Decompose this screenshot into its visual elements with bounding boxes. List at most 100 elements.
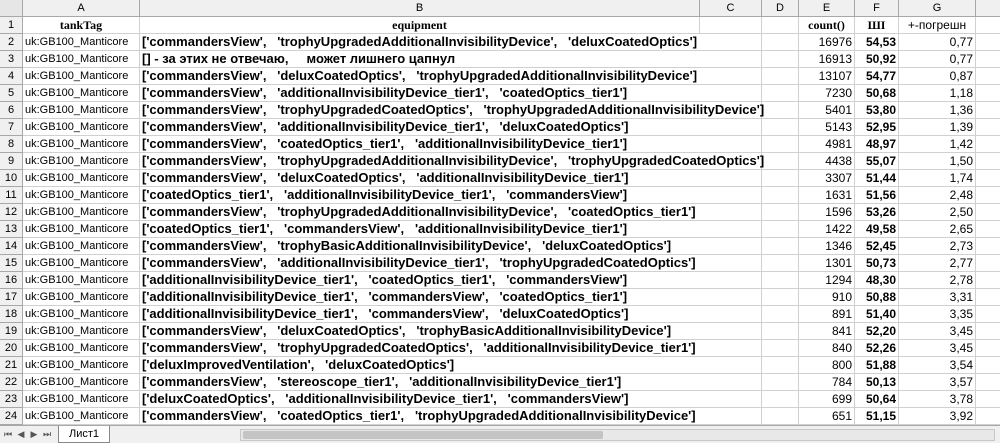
cell-equipment[interactable]: ['commandersView', 'trophyUpgradedAdditi… — [140, 204, 799, 221]
cell-h[interactable] — [976, 306, 1000, 323]
cell-wr[interactable]: 50,64 — [855, 391, 899, 408]
cell-wr[interactable]: 54,53 — [855, 34, 899, 51]
cell-tank-tag[interactable]: uk:GB100_Manticore — [23, 102, 140, 119]
cell-h[interactable] — [976, 170, 1000, 187]
cell-wr[interactable]: 51,44 — [855, 170, 899, 187]
row-number[interactable]: 7 — [0, 119, 23, 136]
cell-equipment[interactable]: ['commandersView', 'deluxCoatedOptics', … — [140, 170, 799, 187]
cell-tank-tag[interactable]: uk:GB100_Manticore — [23, 408, 140, 425]
row-number[interactable]: 24 — [0, 408, 23, 425]
row-number[interactable]: 14 — [0, 238, 23, 255]
cell-error[interactable]: 2,48 — [899, 187, 976, 204]
column-header-b[interactable]: B — [140, 0, 700, 17]
cell-equipment[interactable]: ['additionalInvisibilityDevice_tier1', '… — [140, 272, 799, 289]
column-header-f[interactable]: F — [855, 0, 899, 17]
cell-wr[interactable]: 48,97 — [855, 136, 899, 153]
cell-tank-tag[interactable]: uk:GB100_Manticore — [23, 85, 140, 102]
row-number[interactable]: 2 — [0, 34, 23, 51]
cell-equipment[interactable]: [] - за этих не отвечаю, может лишнего ц… — [140, 51, 799, 68]
cell-error[interactable]: 3,31 — [899, 289, 976, 306]
cell-count[interactable]: 910 — [799, 289, 855, 306]
prev-sheet-icon[interactable]: ◀ — [15, 428, 27, 441]
cell-h[interactable] — [976, 221, 1000, 238]
cell-a-header[interactable]: tankTag — [23, 17, 140, 34]
cell-count[interactable]: 1294 — [799, 272, 855, 289]
cell-h[interactable] — [976, 51, 1000, 68]
cell-error[interactable]: 3,45 — [899, 340, 976, 357]
cell-tank-tag[interactable]: uk:GB100_Manticore — [23, 68, 140, 85]
cell-count[interactable]: 800 — [799, 357, 855, 374]
select-all-corner[interactable] — [0, 0, 23, 17]
cell-equipment[interactable]: ['commandersView', 'additionalInvisibili… — [140, 85, 799, 102]
cell-count[interactable]: 651 — [799, 408, 855, 425]
cell-h[interactable] — [976, 153, 1000, 170]
cell-error[interactable]: 2,65 — [899, 221, 976, 238]
cell-equipment[interactable]: ['additionalInvisibilityDevice_tier1', '… — [140, 289, 799, 306]
cell-error[interactable]: 1,18 — [899, 85, 976, 102]
cell-wr[interactable]: 51,15 — [855, 408, 899, 425]
cell-tank-tag[interactable]: uk:GB100_Manticore — [23, 323, 140, 340]
row-number[interactable]: 15 — [0, 255, 23, 272]
cell-tank-tag[interactable]: uk:GB100_Manticore — [23, 289, 140, 306]
cell-tank-tag[interactable]: uk:GB100_Manticore — [23, 34, 140, 51]
row-number[interactable]: 9 — [0, 153, 23, 170]
cell-error[interactable]: 1,50 — [899, 153, 976, 170]
cell-equipment[interactable]: ['commandersView', 'trophyUpgradedAdditi… — [140, 34, 799, 51]
cell-d-header[interactable] — [762, 17, 799, 34]
row-number[interactable]: 21 — [0, 357, 23, 374]
cell-count[interactable]: 891 — [799, 306, 855, 323]
cell-count[interactable]: 5143 — [799, 119, 855, 136]
cell-h[interactable] — [976, 187, 1000, 204]
cell-tank-tag[interactable]: uk:GB100_Manticore — [23, 306, 140, 323]
cell-f-header[interactable]: ШI — [855, 17, 899, 34]
cell-count[interactable]: 16913 — [799, 51, 855, 68]
column-header-h[interactable] — [976, 0, 1000, 17]
cell-equipment[interactable]: ['commandersView', 'trophyBasicAdditiona… — [140, 238, 799, 255]
cell-wr[interactable]: 49,58 — [855, 221, 899, 238]
cell-h[interactable] — [976, 136, 1000, 153]
cell-error[interactable]: 0,77 — [899, 51, 976, 68]
cell-wr[interactable]: 54,77 — [855, 68, 899, 85]
cell-wr[interactable]: 51,56 — [855, 187, 899, 204]
cell-tank-tag[interactable]: uk:GB100_Manticore — [23, 340, 140, 357]
cell-error[interactable]: 3,54 — [899, 357, 976, 374]
row-number[interactable]: 5 — [0, 85, 23, 102]
row-number[interactable]: 16 — [0, 272, 23, 289]
cell-e-header[interactable]: count() — [799, 17, 855, 34]
cell-count[interactable]: 16976 — [799, 34, 855, 51]
cell-count[interactable]: 784 — [799, 374, 855, 391]
cell-tank-tag[interactable]: uk:GB100_Manticore — [23, 391, 140, 408]
row-number[interactable]: 11 — [0, 187, 23, 204]
cell-count[interactable]: 1422 — [799, 221, 855, 238]
cell-wr[interactable]: 53,26 — [855, 204, 899, 221]
cell-tank-tag[interactable]: uk:GB100_Manticore — [23, 136, 140, 153]
row-number[interactable]: 23 — [0, 391, 23, 408]
cell-tank-tag[interactable]: uk:GB100_Manticore — [23, 255, 140, 272]
cell-b-header[interactable]: equipment — [140, 17, 700, 34]
column-header-c[interactable]: C — [700, 0, 762, 17]
cell-h[interactable] — [976, 204, 1000, 221]
row-number[interactable]: 19 — [0, 323, 23, 340]
cell-h[interactable] — [976, 357, 1000, 374]
cell-wr[interactable]: 51,88 — [855, 357, 899, 374]
cell-h[interactable] — [976, 68, 1000, 85]
cell-wr[interactable]: 52,95 — [855, 119, 899, 136]
cell-error[interactable]: 1,42 — [899, 136, 976, 153]
column-header-e[interactable]: E — [799, 0, 855, 17]
cell-tank-tag[interactable]: uk:GB100_Manticore — [23, 153, 140, 170]
cell-h[interactable] — [976, 34, 1000, 51]
cell-count[interactable]: 4981 — [799, 136, 855, 153]
cell-tank-tag[interactable]: uk:GB100_Manticore — [23, 221, 140, 238]
cell-wr[interactable]: 51,40 — [855, 306, 899, 323]
cell-h[interactable] — [976, 119, 1000, 136]
cell-count[interactable]: 841 — [799, 323, 855, 340]
cell-wr[interactable]: 55,07 — [855, 153, 899, 170]
cell-h[interactable] — [976, 374, 1000, 391]
cell-h[interactable] — [976, 323, 1000, 340]
row-number[interactable]: 3 — [0, 51, 23, 68]
cell-h[interactable] — [976, 238, 1000, 255]
cell-error[interactable]: 2,50 — [899, 204, 976, 221]
cell-h[interactable] — [976, 272, 1000, 289]
row-number[interactable]: 20 — [0, 340, 23, 357]
cell-tank-tag[interactable]: uk:GB100_Manticore — [23, 238, 140, 255]
